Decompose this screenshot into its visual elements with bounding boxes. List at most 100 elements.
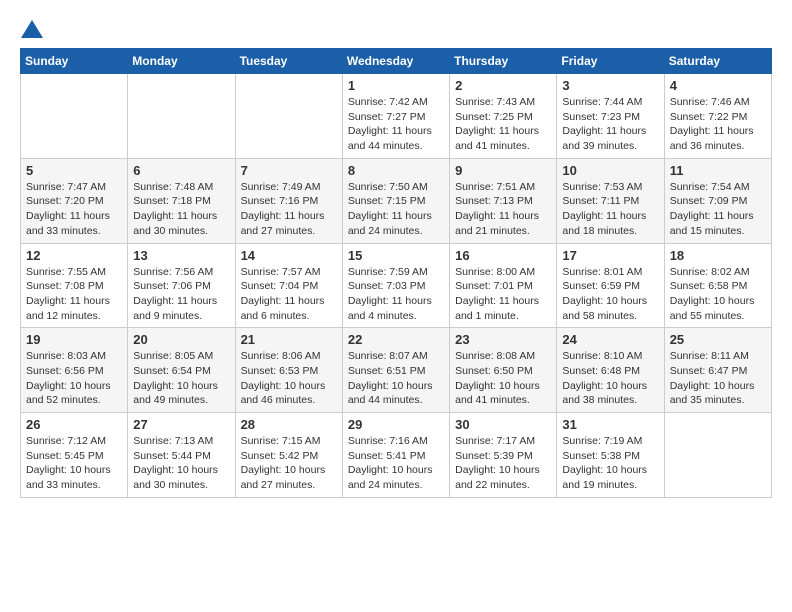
day-number: 17: [562, 248, 658, 263]
day-number: 12: [26, 248, 122, 263]
day-number: 31: [562, 417, 658, 432]
page-header: [20, 20, 772, 38]
day-of-week-saturday: Saturday: [664, 49, 771, 74]
days-of-week-header: SundayMondayTuesdayWednesdayThursdayFrid…: [21, 49, 772, 74]
day-number: 10: [562, 163, 658, 178]
day-of-week-wednesday: Wednesday: [342, 49, 449, 74]
day-info: Sunrise: 8:02 AMSunset: 6:58 PMDaylight:…: [670, 265, 766, 324]
day-info: Sunrise: 7:49 AMSunset: 7:16 PMDaylight:…: [241, 180, 337, 239]
day-info: Sunrise: 7:13 AMSunset: 5:44 PMDaylight:…: [133, 434, 229, 493]
calendar-day-8: 8 Sunrise: 7:50 AMSunset: 7:15 PMDaylight…: [342, 158, 449, 243]
day-of-week-monday: Monday: [128, 49, 235, 74]
day-number: 1: [348, 78, 444, 93]
day-info: Sunrise: 7:51 AMSunset: 7:13 PMDaylight:…: [455, 180, 551, 239]
day-info: Sunrise: 7:47 AMSunset: 7:20 PMDaylight:…: [26, 180, 122, 239]
day-number: 11: [670, 163, 766, 178]
day-number: 16: [455, 248, 551, 263]
calendar-day-10: 10 Sunrise: 7:53 AMSunset: 7:11 PMDayligh…: [557, 158, 664, 243]
logo-icon: [21, 20, 43, 38]
calendar-day-25: 25 Sunrise: 8:11 AMSunset: 6:47 PMDayligh…: [664, 328, 771, 413]
day-of-week-friday: Friday: [557, 49, 664, 74]
day-info: Sunrise: 8:05 AMSunset: 6:54 PMDaylight:…: [133, 349, 229, 408]
day-of-week-sunday: Sunday: [21, 49, 128, 74]
day-info: Sunrise: 8:08 AMSunset: 6:50 PMDaylight:…: [455, 349, 551, 408]
calendar-day-20: 20 Sunrise: 8:05 AMSunset: 6:54 PMDayligh…: [128, 328, 235, 413]
empty-cell: [664, 413, 771, 498]
day-info: Sunrise: 8:00 AMSunset: 7:01 PMDaylight:…: [455, 265, 551, 324]
calendar-week-5: 26Sunrise: 7:12 AMSunset: 5:45 PMDayligh…: [21, 413, 772, 498]
day-info: Sunrise: 8:07 AMSunset: 6:51 PMDaylight:…: [348, 349, 444, 408]
day-number: 19: [26, 332, 122, 347]
day-number: 24: [562, 332, 658, 347]
day-number: 13: [133, 248, 229, 263]
day-number: 20: [133, 332, 229, 347]
calendar-day-19: 19Sunrise: 8:03 AMSunset: 6:56 PMDayligh…: [21, 328, 128, 413]
calendar-day-30: 30 Sunrise: 7:17 AMSunset: 5:39 PMDayligh…: [450, 413, 557, 498]
logo: [20, 20, 44, 38]
day-number: 7: [241, 163, 337, 178]
day-number: 8: [348, 163, 444, 178]
day-number: 15: [348, 248, 444, 263]
day-info: Sunrise: 7:56 AMSunset: 7:06 PMDaylight:…: [133, 265, 229, 324]
day-info: Sunrise: 7:15 AMSunset: 5:42 PMDaylight:…: [241, 434, 337, 493]
calendar-day-2: 2 Sunrise: 7:43 AMSunset: 7:25 PMDaylight…: [450, 74, 557, 159]
calendar-day-23: 23 Sunrise: 8:08 AMSunset: 6:50 PMDayligh…: [450, 328, 557, 413]
day-info: Sunrise: 7:42 AMSunset: 7:27 PMDaylight:…: [348, 95, 444, 154]
calendar-day-5: 5 Sunrise: 7:47 AMSunset: 7:20 PMDaylight…: [21, 158, 128, 243]
day-number: 3: [562, 78, 658, 93]
calendar-day-15: 15Sunrise: 7:59 AMSunset: 7:03 PMDayligh…: [342, 243, 449, 328]
calendar-day-4: 4Sunrise: 7:46 AMSunset: 7:22 PMDaylight…: [664, 74, 771, 159]
day-info: Sunrise: 7:43 AMSunset: 7:25 PMDaylight:…: [455, 95, 551, 154]
calendar-body: 1 Sunrise: 7:42 AMSunset: 7:27 PMDaylight…: [21, 74, 772, 498]
calendar-week-4: 19Sunrise: 8:03 AMSunset: 6:56 PMDayligh…: [21, 328, 772, 413]
day-info: Sunrise: 7:19 AMSunset: 5:38 PMDaylight:…: [562, 434, 658, 493]
day-number: 14: [241, 248, 337, 263]
day-info: Sunrise: 7:53 AMSunset: 7:11 PMDaylight:…: [562, 180, 658, 239]
calendar-day-11: 11 Sunrise: 7:54 AMSunset: 7:09 PMDayligh…: [664, 158, 771, 243]
day-of-week-thursday: Thursday: [450, 49, 557, 74]
day-info: Sunrise: 8:11 AMSunset: 6:47 PMDaylight:…: [670, 349, 766, 408]
day-number: 30: [455, 417, 551, 432]
calendar-day-27: 27 Sunrise: 7:13 AMSunset: 5:44 PMDayligh…: [128, 413, 235, 498]
day-info: Sunrise: 8:01 AMSunset: 6:59 PMDaylight:…: [562, 265, 658, 324]
calendar-day-1: 1 Sunrise: 7:42 AMSunset: 7:27 PMDaylight…: [342, 74, 449, 159]
calendar-day-28: 28 Sunrise: 7:15 AMSunset: 5:42 PMDayligh…: [235, 413, 342, 498]
calendar-day-26: 26Sunrise: 7:12 AMSunset: 5:45 PMDayligh…: [21, 413, 128, 498]
calendar-day-31: 31 Sunrise: 7:19 AMSunset: 5:38 PMDayligh…: [557, 413, 664, 498]
calendar-day-29: 29Sunrise: 7:16 AMSunset: 5:41 PMDayligh…: [342, 413, 449, 498]
empty-cell: [21, 74, 128, 159]
day-number: 5: [26, 163, 122, 178]
calendar-day-6: 6 Sunrise: 7:48 AMSunset: 7:18 PMDaylight…: [128, 158, 235, 243]
day-info: Sunrise: 7:54 AMSunset: 7:09 PMDaylight:…: [670, 180, 766, 239]
day-number: 28: [241, 417, 337, 432]
day-info: Sunrise: 7:16 AMSunset: 5:41 PMDaylight:…: [348, 434, 444, 493]
day-of-week-tuesday: Tuesday: [235, 49, 342, 74]
day-info: Sunrise: 7:17 AMSunset: 5:39 PMDaylight:…: [455, 434, 551, 493]
day-number: 2: [455, 78, 551, 93]
calendar-week-2: 5 Sunrise: 7:47 AMSunset: 7:20 PMDaylight…: [21, 158, 772, 243]
calendar-day-14: 14 Sunrise: 7:57 AMSunset: 7:04 PMDayligh…: [235, 243, 342, 328]
day-number: 6: [133, 163, 229, 178]
day-info: Sunrise: 7:46 AMSunset: 7:22 PMDaylight:…: [670, 95, 766, 154]
day-info: Sunrise: 7:50 AMSunset: 7:15 PMDaylight:…: [348, 180, 444, 239]
day-number: 23: [455, 332, 551, 347]
empty-cell: [128, 74, 235, 159]
day-number: 22: [348, 332, 444, 347]
calendar-table: SundayMondayTuesdayWednesdayThursdayFrid…: [20, 48, 772, 498]
calendar-day-22: 22 Sunrise: 8:07 AMSunset: 6:51 PMDayligh…: [342, 328, 449, 413]
empty-cell: [235, 74, 342, 159]
calendar-day-16: 16 Sunrise: 8:00 AMSunset: 7:01 PMDayligh…: [450, 243, 557, 328]
day-number: 18: [670, 248, 766, 263]
calendar-day-18: 18 Sunrise: 8:02 AMSunset: 6:58 PMDayligh…: [664, 243, 771, 328]
day-info: Sunrise: 7:48 AMSunset: 7:18 PMDaylight:…: [133, 180, 229, 239]
day-info: Sunrise: 7:44 AMSunset: 7:23 PMDaylight:…: [562, 95, 658, 154]
calendar-day-7: 7 Sunrise: 7:49 AMSunset: 7:16 PMDaylight…: [235, 158, 342, 243]
day-number: 27: [133, 417, 229, 432]
calendar-day-12: 12Sunrise: 7:55 AMSunset: 7:08 PMDayligh…: [21, 243, 128, 328]
day-info: Sunrise: 7:57 AMSunset: 7:04 PMDaylight:…: [241, 265, 337, 324]
day-info: Sunrise: 7:12 AMSunset: 5:45 PMDaylight:…: [26, 434, 122, 493]
calendar-day-21: 21Sunrise: 8:06 AMSunset: 6:53 PMDayligh…: [235, 328, 342, 413]
calendar-day-3: 3 Sunrise: 7:44 AMSunset: 7:23 PMDaylight…: [557, 74, 664, 159]
day-info: Sunrise: 8:10 AMSunset: 6:48 PMDaylight:…: [562, 349, 658, 408]
day-number: 25: [670, 332, 766, 347]
